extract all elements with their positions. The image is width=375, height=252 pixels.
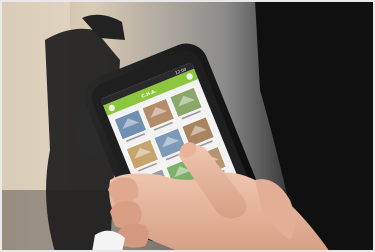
- photo-scene: 12:00 C.H.A.: [0, 0, 375, 252]
